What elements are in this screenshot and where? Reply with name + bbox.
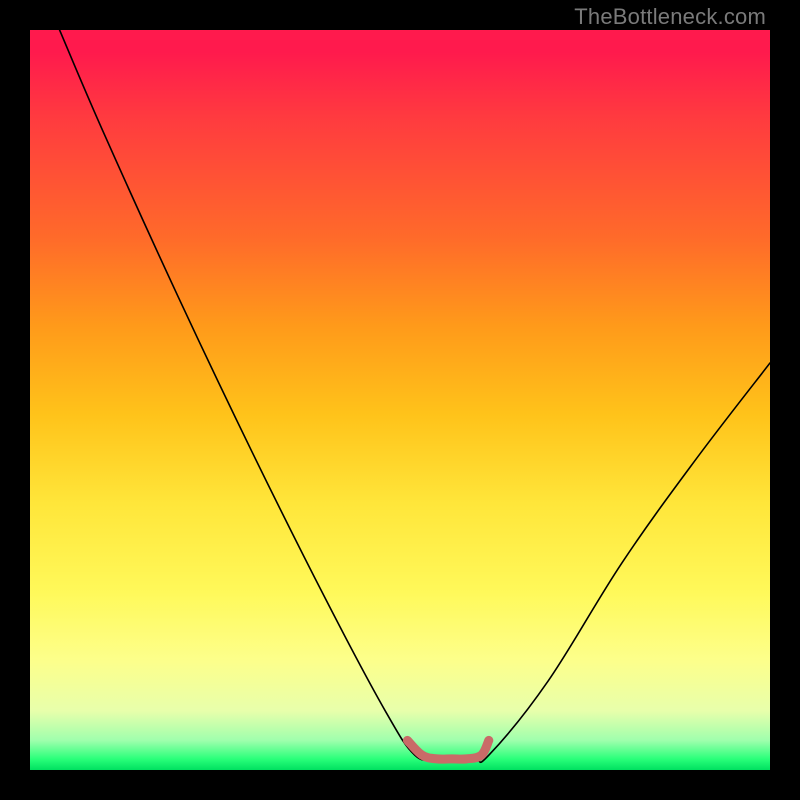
optimal-range-marker: [407, 740, 488, 759]
plot-area: [30, 30, 770, 770]
watermark-label: TheBottleneck.com: [574, 4, 766, 30]
curve-layer: [60, 30, 770, 762]
chart-frame: TheBottleneck.com: [0, 0, 800, 800]
bottleneck-curve: [60, 30, 770, 762]
chart-svg: [30, 30, 770, 770]
